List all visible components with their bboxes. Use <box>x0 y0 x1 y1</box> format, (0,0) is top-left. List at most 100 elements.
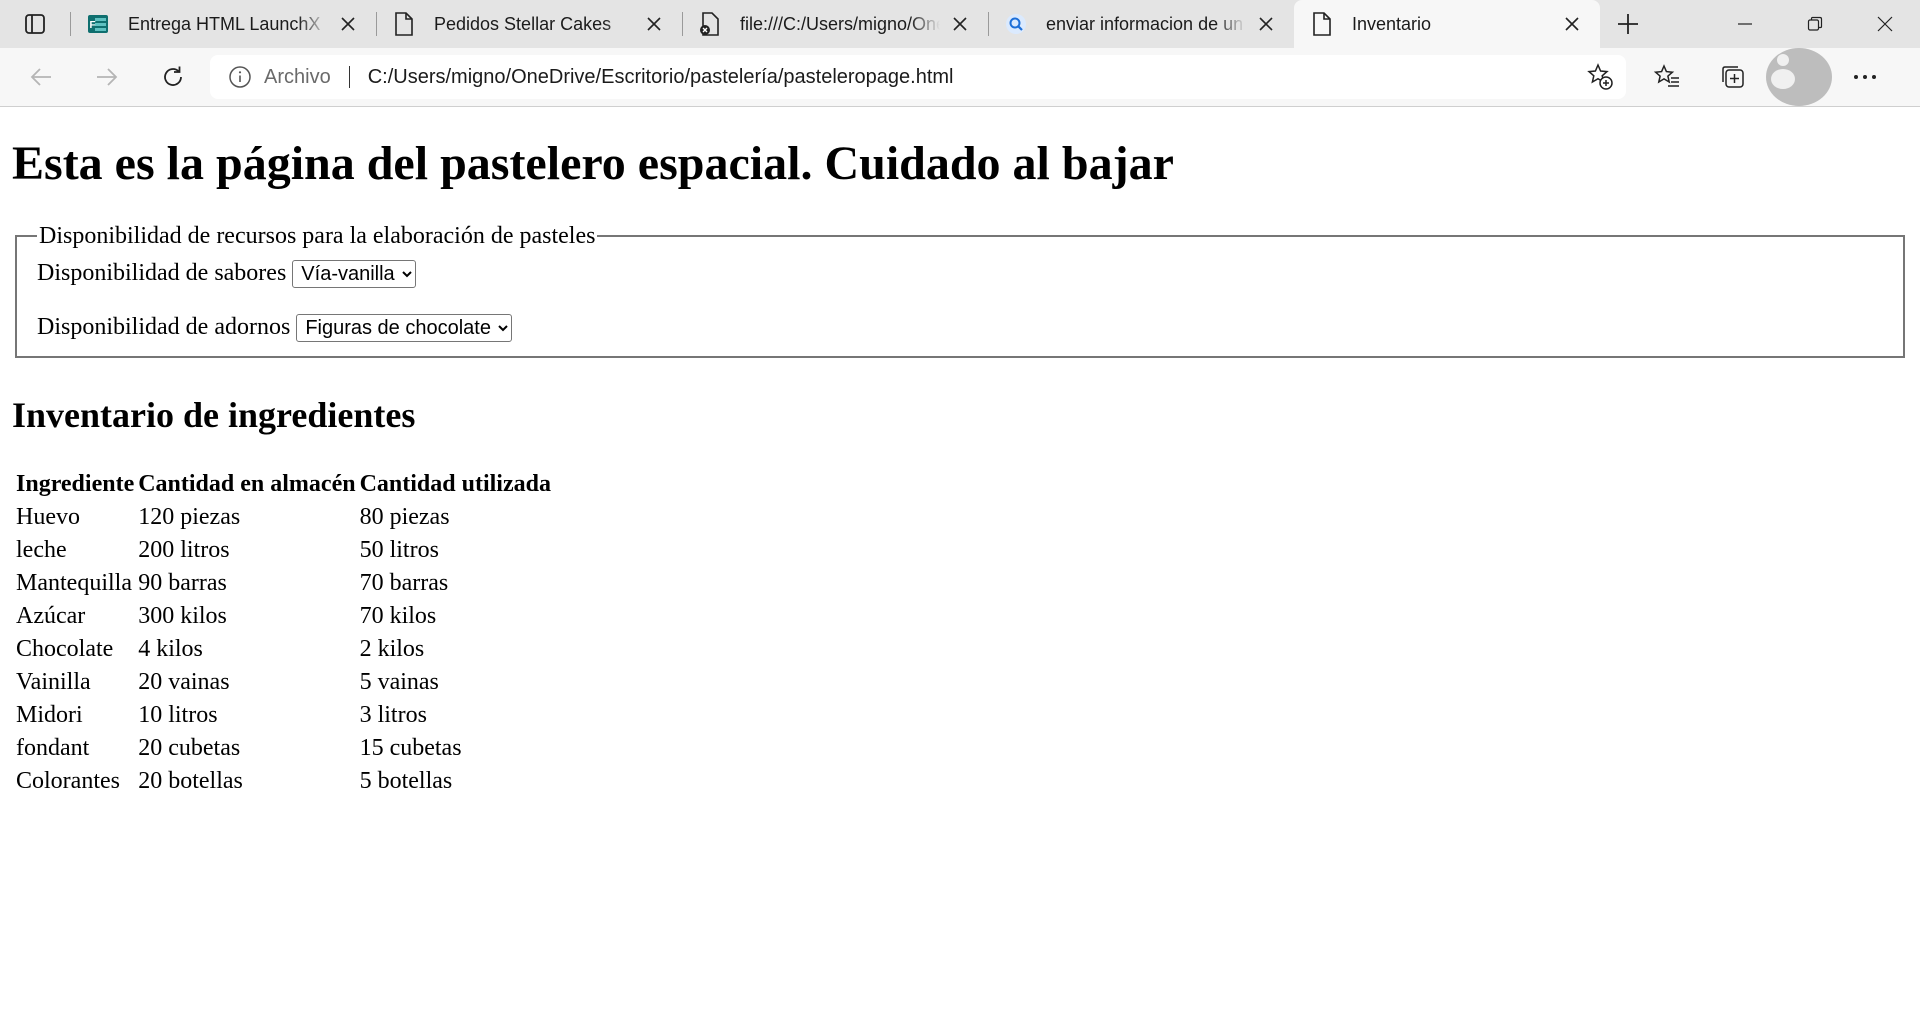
stock-cell: 200 litros <box>138 536 230 563</box>
decorations-label: Disponibilidad de adornos <box>37 314 291 341</box>
used-cell: 50 litros <box>359 536 439 563</box>
page-content: Esta es la página del pastelero espacial… <box>0 135 1920 800</box>
ingredient-cell: Mantequilla <box>16 569 132 596</box>
browser-toolbar: Archivo C:/Users/migno/OneDrive/Escritor… <box>0 48 1920 107</box>
stock-cell: 20 cubetas <box>138 734 241 761</box>
tab-file-onedrive[interactable]: file:///C:/Users/migno/OneDrive <box>682 0 988 48</box>
close-window-button[interactable] <box>1850 0 1920 48</box>
table-row: Mantequilla 90 barras 70 barras <box>16 569 551 598</box>
tab-enviar-informacion[interactable]: enviar informacion de un formulario <box>988 0 1294 48</box>
svg-text:F: F <box>90 20 96 31</box>
close-tab-icon[interactable] <box>334 10 362 38</box>
used-cell: 5 vainas <box>359 668 439 695</box>
toolbar-right <box>1634 48 1898 106</box>
plus-icon <box>1618 14 1638 34</box>
tab-pedidos-stellar-cakes[interactable]: Pedidos Stellar Cakes <box>376 0 682 48</box>
close-tab-icon[interactable] <box>1252 10 1280 38</box>
stock-cell: 300 kilos <box>138 602 227 629</box>
refresh-button[interactable] <box>140 48 206 106</box>
ingredient-cell: leche <box>16 536 67 563</box>
table-row: Midori 10 litros 3 litros <box>16 701 551 730</box>
table-row: Huevo 120 piezas 80 piezas <box>16 503 551 532</box>
close-tab-icon[interactable] <box>946 10 974 38</box>
stock-cell: 10 litros <box>138 701 218 728</box>
column-header: Cantidad utilizada <box>359 470 551 497</box>
refresh-icon <box>164 66 182 86</box>
page-icon <box>392 12 416 36</box>
forward-button[interactable] <box>74 48 140 106</box>
back-button[interactable] <box>8 48 74 106</box>
stock-cell: 4 kilos <box>138 635 203 662</box>
forms-icon: F <box>86 12 110 36</box>
avatar <box>1766 48 1832 106</box>
tab-title: enviar informacion de un formulario <box>1046 13 1246 34</box>
restore-button[interactable] <box>1780 0 1850 48</box>
protocol-label: Archivo <box>264 65 331 88</box>
favorites-icon <box>1653 64 1679 87</box>
settings-menu-button[interactable] <box>1832 48 1898 106</box>
used-cell: 2 kilos <box>359 635 425 662</box>
table-row: Vainilla 20 vainas 5 vainas <box>16 668 551 697</box>
restore-icon <box>1807 16 1823 31</box>
ingredient-cell: fondant <box>16 734 90 761</box>
inventory-table: Ingrediente Cantidad en almacén Cantidad… <box>12 466 555 800</box>
url-text[interactable]: C:/Users/migno/OneDrive/Escritorio/paste… <box>368 66 1580 89</box>
minimize-button[interactable] <box>1710 0 1780 48</box>
close-icon <box>1877 16 1893 32</box>
table-row: Azúcar 300 kilos 70 kilos <box>16 602 551 631</box>
used-cell: 80 piezas <box>359 503 450 530</box>
tab-title: file:///C:/Users/migno/OneDrive <box>740 13 940 34</box>
profile-button[interactable] <box>1766 48 1832 106</box>
page-title: Esta es la página del pastelero espacial… <box>12 137 1174 190</box>
minimize-icon <box>1738 23 1752 25</box>
stock-cell: 90 barras <box>138 569 227 596</box>
collections-icon <box>1722 66 1744 88</box>
table-row: Colorantes 20 botellas 5 botellas <box>16 767 551 796</box>
table-row: fondant 20 cubetas 15 cubetas <box>16 734 551 763</box>
table-row: Chocolate 4 kilos 2 kilos <box>16 635 551 664</box>
info-icon[interactable] <box>228 65 252 89</box>
divider <box>348 66 350 88</box>
close-tab-icon[interactable] <box>1558 10 1586 38</box>
ingredient-cell: Chocolate <box>16 635 114 662</box>
stock-cell: 20 botellas <box>138 767 243 794</box>
used-cell: 15 cubetas <box>359 734 462 761</box>
tab-title: Inventario <box>1352 13 1432 34</box>
tab-entrega-html[interactable]: F Entrega HTML LaunchX <box>70 0 376 48</box>
flavors-row: Disponibilidad de sabores Vía-vanilla <box>37 258 1883 290</box>
collections-button[interactable] <box>1700 48 1766 106</box>
close-tab-icon[interactable] <box>640 10 668 38</box>
forward-arrow-icon <box>97 68 118 86</box>
used-cell: 3 litros <box>359 701 427 728</box>
used-cell: 5 botellas <box>359 767 453 794</box>
decorations-row: Disponibilidad de adornos Figuras de cho… <box>37 312 1883 344</box>
more-options-icon <box>1854 75 1876 79</box>
tab-inventario[interactable]: Inventario <box>1294 0 1600 48</box>
fieldset-legend: Disponibilidad de recursos para la elabo… <box>39 222 596 249</box>
tab-title: Entrega HTML LaunchX <box>128 13 321 34</box>
table-header-row: Ingrediente Cantidad en almacén Cantidad… <box>16 470 551 499</box>
tab-actions-button[interactable] <box>0 0 70 48</box>
window-controls <box>1710 0 1920 48</box>
column-header: Ingrediente <box>16 470 135 497</box>
new-tab-button[interactable] <box>1600 0 1656 48</box>
favorites-button[interactable] <box>1634 48 1700 106</box>
used-cell: 70 kilos <box>359 602 437 629</box>
ingredient-cell: Vainilla <box>16 668 91 695</box>
decorations-select[interactable]: Figuras de chocolate <box>296 313 513 342</box>
resources-fieldset: Disponibilidad de recursos para la elabo… <box>15 222 1905 358</box>
add-favorite-icon[interactable] <box>1580 57 1620 97</box>
inventory-title: Inventario de ingredientes <box>12 394 416 435</box>
column-header: Cantidad en almacén <box>138 470 356 497</box>
table-row: leche 200 litros 50 litros <box>16 536 551 565</box>
tab-strip: F Entrega HTML LaunchX Pedidos Stellar C… <box>0 0 1920 48</box>
address-bar[interactable]: Archivo C:/Users/migno/OneDrive/Escritor… <box>210 55 1626 99</box>
ingredient-cell: Huevo <box>16 503 80 530</box>
ingredient-cell: Azúcar <box>16 602 86 629</box>
flavors-label: Disponibilidad de sabores <box>37 260 287 287</box>
flavors-select[interactable]: Vía-vanilla <box>292 259 417 288</box>
broken-file-icon <box>698 12 722 36</box>
back-arrow-icon <box>30 68 51 86</box>
used-cell: 70 barras <box>359 569 449 596</box>
ingredient-cell: Midori <box>16 701 83 728</box>
